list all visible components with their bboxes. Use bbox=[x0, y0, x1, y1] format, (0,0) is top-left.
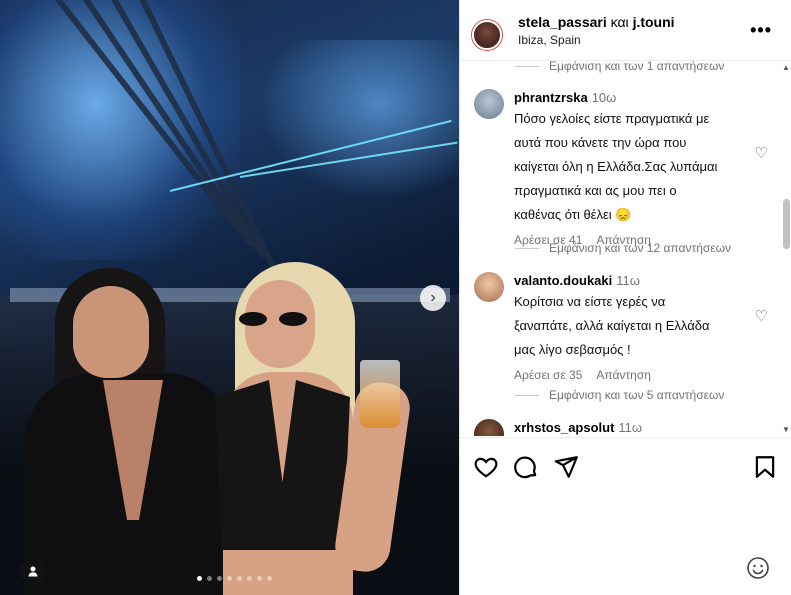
more-options-button[interactable]: ••• bbox=[750, 20, 772, 41]
comments-list[interactable]: Εμφάνιση και των 1 απαντήσεων phrantzrsk… bbox=[460, 61, 780, 436]
chevron-right-icon: › bbox=[430, 289, 436, 306]
send-icon[interactable] bbox=[553, 454, 579, 480]
comment-username[interactable]: valanto.doukaki bbox=[514, 273, 612, 288]
heart-icon[interactable]: ♡ bbox=[755, 307, 768, 325]
post-actions-bar bbox=[460, 437, 791, 496]
post-header: stela_passari και j.touni Ibiza, Spain •… bbox=[460, 0, 791, 61]
comment-likes[interactable]: Αρέσει σε 35 bbox=[514, 368, 582, 382]
user-icon bbox=[28, 566, 38, 577]
carousel-dot bbox=[197, 576, 202, 581]
drink-glass bbox=[360, 360, 400, 428]
emoji-icon[interactable] bbox=[746, 556, 770, 580]
author-conjunction: και bbox=[610, 14, 629, 30]
led-screen-right bbox=[259, 40, 459, 200]
more-horizontal-icon: ••• bbox=[750, 20, 772, 40]
author-line: stela_passari και j.touni bbox=[518, 14, 675, 30]
view-replies-button[interactable]: Εμφάνιση και των 12 απαντήσεων bbox=[515, 241, 731, 255]
heart-icon[interactable]: ♡ bbox=[755, 144, 768, 162]
carousel-dot bbox=[247, 576, 252, 581]
heart-icon[interactable] bbox=[473, 454, 499, 480]
scrollbar-thumb[interactable] bbox=[783, 199, 790, 249]
comment-time[interactable]: 11ω bbox=[616, 273, 640, 288]
carousel-dot bbox=[237, 576, 242, 581]
person-left bbox=[25, 268, 235, 595]
carousel-dot bbox=[217, 576, 222, 581]
avatar[interactable] bbox=[474, 419, 504, 436]
carousel-dot bbox=[227, 576, 232, 581]
comment-icon[interactable] bbox=[513, 454, 539, 480]
carousel-dot bbox=[267, 576, 272, 581]
author-username[interactable]: stela_passari bbox=[518, 14, 607, 30]
carousel-dot bbox=[257, 576, 262, 581]
bookmark-icon[interactable] bbox=[752, 454, 778, 480]
view-replies-button[interactable]: Εμφάνιση και των 1 απαντήσεων bbox=[515, 61, 724, 73]
post-location[interactable]: Ibiza, Spain bbox=[518, 33, 581, 47]
next-slide-button[interactable]: › bbox=[420, 285, 446, 311]
comment-username[interactable]: phrantzrska bbox=[514, 90, 588, 105]
comment-time[interactable]: 10ω bbox=[592, 90, 617, 105]
avatar[interactable] bbox=[474, 89, 504, 119]
scroll-up-icon[interactable]: ▲ bbox=[782, 63, 790, 72]
comment-time[interactable]: 11ω bbox=[618, 420, 642, 435]
coauthor-username[interactable]: j.touni bbox=[633, 14, 675, 30]
post-photo[interactable]: › bbox=[0, 0, 459, 595]
comment-text: Πόσο γελοίες είστε πραγματικά με αυτά πο… bbox=[514, 111, 718, 222]
carousel-indicator bbox=[197, 576, 272, 581]
view-replies-button[interactable]: Εμφάνιση και των 5 απαντήσεων bbox=[515, 388, 724, 402]
comment-text: Κορίτσια να είστε γερές να ξαναπάτε, αλλ… bbox=[514, 294, 710, 357]
comment-username[interactable]: xrhstos_apsolut bbox=[514, 420, 614, 435]
scroll-down-icon[interactable]: ▼ bbox=[782, 425, 790, 434]
reply-button[interactable]: Απάντηση bbox=[596, 368, 651, 382]
avatar[interactable] bbox=[472, 20, 502, 50]
post-details-panel: stela_passari και j.touni Ibiza, Spain •… bbox=[459, 0, 791, 595]
tagged-users-button[interactable] bbox=[20, 558, 46, 584]
comments-scrollbar[interactable]: ▲ ▼ bbox=[781, 61, 791, 436]
carousel-dot bbox=[207, 576, 212, 581]
avatar[interactable] bbox=[474, 272, 504, 302]
person-right bbox=[205, 262, 445, 595]
